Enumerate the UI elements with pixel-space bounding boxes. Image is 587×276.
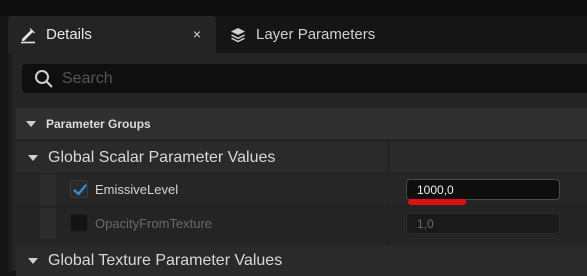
collapse-arrow-icon [28, 257, 38, 264]
checkmark-icon [73, 184, 87, 196]
parameter-groups-label: Parameter Groups [46, 116, 151, 131]
tab-layer-parameters[interactable]: Layer Parameters [220, 16, 400, 53]
layers-icon [228, 25, 248, 45]
search-box[interactable] [22, 64, 587, 93]
indent-guide [40, 208, 56, 239]
scalar-section-label: Global Scalar Parameter Values [48, 148, 276, 166]
emissive-level-checkbox[interactable] [70, 180, 88, 198]
param-row-emissive-level: EmissiveLevel [16, 174, 587, 205]
search-icon [34, 69, 54, 89]
tab-layer-parameters-label: Layer Parameters [256, 26, 376, 43]
opacity-from-texture-label: OpacityFromTexture [95, 216, 213, 231]
opacity-from-texture-value-field[interactable] [406, 213, 560, 234]
close-icon[interactable]: × [189, 26, 205, 42]
tab-details-label: Details [46, 26, 92, 43]
search-input[interactable] [60, 68, 544, 89]
window-top-strip [0, 0, 587, 16]
collapse-arrow-icon [26, 120, 36, 127]
emissive-level-label: EmissiveLevel [95, 182, 179, 197]
tab-bar: Details × Layer Parameters [0, 16, 587, 53]
parameter-groups-header[interactable]: Parameter Groups [16, 108, 587, 139]
emissive-level-value-field[interactable] [406, 179, 560, 200]
texture-section-label: Global Texture Parameter Values [48, 251, 283, 269]
indent-guide [40, 174, 56, 205]
edit-details-icon [18, 25, 38, 45]
texture-parameters-section[interactable]: Global Texture Parameter Values [16, 245, 587, 276]
scalar-parameters-section[interactable]: Global Scalar Parameter Values [16, 142, 587, 173]
collapse-arrow-icon [28, 154, 38, 161]
param-row-opacity-from-texture: OpacityFromTexture [16, 208, 587, 239]
red-highlight-underline [408, 199, 466, 205]
opacity-from-texture-checkbox[interactable] [70, 214, 88, 232]
tab-details[interactable]: Details × [8, 16, 216, 53]
